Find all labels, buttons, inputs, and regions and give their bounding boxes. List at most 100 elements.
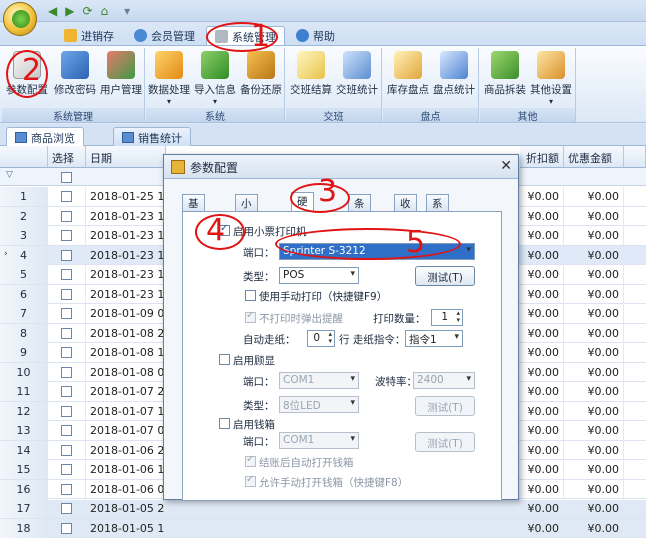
auto-feed-spinner[interactable]: 0 bbox=[307, 330, 335, 347]
row-checkbox[interactable] bbox=[61, 425, 72, 436]
row-checkbox[interactable] bbox=[61, 230, 72, 241]
row-checkbox[interactable] bbox=[61, 328, 72, 339]
feed-command-select[interactable]: 指令1 bbox=[405, 330, 463, 347]
date-cell: 2018-01-23 17:5 bbox=[86, 246, 166, 265]
row-checkbox[interactable] bbox=[61, 347, 72, 358]
display-test-button[interactable]: 测试(T) bbox=[415, 396, 475, 416]
tab-cashier[interactable]: 收银 bbox=[394, 194, 417, 211]
row-checkbox[interactable] bbox=[61, 250, 72, 261]
other-settings-button[interactable]: 其他设置▾ bbox=[528, 50, 574, 106]
drawer-test-button[interactable]: 测试(T) bbox=[415, 432, 475, 452]
promo-cell: ¥0.00 bbox=[564, 402, 624, 421]
manual-print-checkbox[interactable] bbox=[245, 290, 256, 301]
group-shift: 交班结算 交班统计 交班 bbox=[286, 48, 382, 122]
tab-basic-config[interactable]: 基本配置 bbox=[182, 194, 205, 211]
shift-settle-button[interactable]: 交班结算 bbox=[288, 50, 334, 106]
no-print-reminder-checkbox[interactable] bbox=[245, 312, 256, 323]
shift-stats-button[interactable]: 交班统计 bbox=[334, 50, 380, 106]
app-menu-button[interactable] bbox=[3, 2, 37, 36]
printer-test-button[interactable]: 测试(T) bbox=[415, 266, 475, 286]
row-checkbox[interactable] bbox=[61, 406, 72, 417]
display-port-select[interactable]: COM1 bbox=[279, 372, 359, 389]
row-select-cell bbox=[48, 402, 86, 421]
select-all-checkbox[interactable] bbox=[61, 172, 72, 183]
forward-icon[interactable]: ▶ bbox=[65, 4, 74, 18]
table-row[interactable]: 182018-01-05 15:2¥0.00¥0.00 bbox=[0, 519, 646, 538]
discount-cell: ¥0.00 bbox=[520, 421, 564, 440]
tab-receipt-style[interactable]: 小票样式 bbox=[235, 194, 258, 211]
filter-icon[interactable]: ▽ bbox=[6, 170, 13, 180]
promo-cell: ¥0.00 bbox=[564, 187, 624, 206]
backup-icon bbox=[247, 51, 275, 79]
date-cell: 2018-01-09 06:3 bbox=[86, 304, 166, 323]
refresh-icon[interactable]: ⟳ bbox=[82, 4, 92, 18]
customize-icon[interactable]: ▾ bbox=[124, 4, 130, 18]
home-icon[interactable]: ⌂ bbox=[101, 4, 109, 18]
row-number: 13 bbox=[0, 421, 48, 440]
back-icon[interactable]: ◀ bbox=[48, 4, 57, 18]
date-cell: 2018-01-23 18:0 bbox=[86, 207, 166, 226]
row-select-cell bbox=[48, 304, 86, 323]
row-checkbox[interactable] bbox=[61, 386, 72, 397]
row-checkbox[interactable] bbox=[61, 367, 72, 378]
change-password-button[interactable]: 修改密码 bbox=[52, 50, 98, 106]
baud-rate-select[interactable]: 2400 bbox=[413, 372, 475, 389]
drawer-port-select[interactable]: COM1 bbox=[279, 432, 359, 449]
tab-help[interactable]: 帮助 bbox=[288, 26, 343, 46]
count-stats-button[interactable]: 盘点统计 bbox=[431, 50, 477, 106]
column-header-discount[interactable]: 折扣额 bbox=[520, 146, 564, 168]
promo-cell: ¥0.00 bbox=[564, 324, 624, 343]
column-header-select[interactable]: 选择 bbox=[48, 146, 86, 168]
manual-open-drawer-checkbox[interactable] bbox=[245, 476, 256, 487]
date-cell: 2018-01-06 07:2 bbox=[86, 480, 166, 499]
discount-cell: ¥0.00 bbox=[520, 441, 564, 460]
promo-cell: ¥0.00 bbox=[564, 304, 624, 323]
row-checkbox[interactable] bbox=[61, 211, 72, 222]
user-management-button[interactable]: 用户管理 bbox=[98, 50, 144, 106]
row-checkbox[interactable] bbox=[61, 191, 72, 202]
table-row[interactable]: 172018-01-05 23:3¥0.00¥0.00 bbox=[0, 499, 646, 519]
date-cell: 2018-01-08 15:4 bbox=[86, 343, 166, 362]
tab-inventory[interactable]: 进销存 bbox=[56, 26, 122, 46]
date-cell: 2018-01-07 15:2 bbox=[86, 402, 166, 421]
grid-icon bbox=[122, 132, 134, 143]
row-checkbox[interactable] bbox=[61, 308, 72, 319]
dropdown-arrow-icon: ▾ bbox=[192, 97, 238, 106]
row-number: 3 bbox=[0, 226, 48, 245]
quick-access-toolbar: ◀ ▶ ⟳ ⌂ ▾ bbox=[0, 0, 646, 22]
tab-sales-stats[interactable]: 销售统计 bbox=[113, 127, 191, 146]
promo-cell: ¥0.00 bbox=[564, 519, 624, 538]
tab-barcode-scale[interactable]: 条码秤 bbox=[348, 194, 371, 211]
row-checkbox[interactable] bbox=[61, 445, 72, 456]
row-checkbox[interactable] bbox=[61, 464, 72, 475]
inventory-count-button[interactable]: 库存盘点 bbox=[385, 50, 431, 106]
row-checkbox[interactable] bbox=[61, 503, 72, 514]
tab-system-settings[interactable]: 系统 bbox=[426, 194, 449, 211]
import-info-button[interactable]: 导入信息▾ bbox=[192, 50, 238, 106]
row-number: 12 bbox=[0, 402, 48, 421]
row-checkbox[interactable] bbox=[61, 523, 72, 534]
printer-type-select[interactable]: POS bbox=[279, 267, 359, 284]
row-select-cell bbox=[48, 324, 86, 343]
tab-members[interactable]: 会员管理 bbox=[126, 26, 203, 46]
close-icon[interactable]: ✕ bbox=[500, 158, 512, 174]
auto-open-drawer-label: 结账后自动打开钱箱 bbox=[259, 455, 354, 470]
dialog-titlebar[interactable]: 参数配置 ✕ bbox=[164, 155, 518, 179]
copies-spinner[interactable]: 1 bbox=[431, 309, 463, 326]
display-type-select[interactable]: 8位LED bbox=[279, 396, 359, 413]
product-assembly-button[interactable]: 商品拆装 bbox=[482, 50, 528, 106]
row-checkbox[interactable] bbox=[61, 269, 72, 280]
tab-product-browse[interactable]: 商品浏览 bbox=[6, 127, 84, 146]
column-header-date[interactable]: 日期 bbox=[86, 146, 166, 168]
row-number: 1 bbox=[0, 187, 48, 206]
row-checkbox[interactable] bbox=[61, 289, 72, 300]
row-checkbox[interactable] bbox=[61, 484, 72, 495]
auto-open-drawer-checkbox[interactable] bbox=[245, 456, 256, 467]
data-processing-button[interactable]: 数据处理▾ bbox=[146, 50, 192, 106]
enable-customer-display-checkbox[interactable] bbox=[219, 354, 230, 365]
row-number: 6 bbox=[0, 285, 48, 304]
users-icon bbox=[107, 51, 135, 79]
enable-cash-drawer-checkbox[interactable] bbox=[219, 418, 230, 429]
backup-restore-button[interactable]: 备份还原 bbox=[238, 50, 284, 106]
column-header-promo[interactable]: 优惠金额 bbox=[564, 146, 624, 168]
